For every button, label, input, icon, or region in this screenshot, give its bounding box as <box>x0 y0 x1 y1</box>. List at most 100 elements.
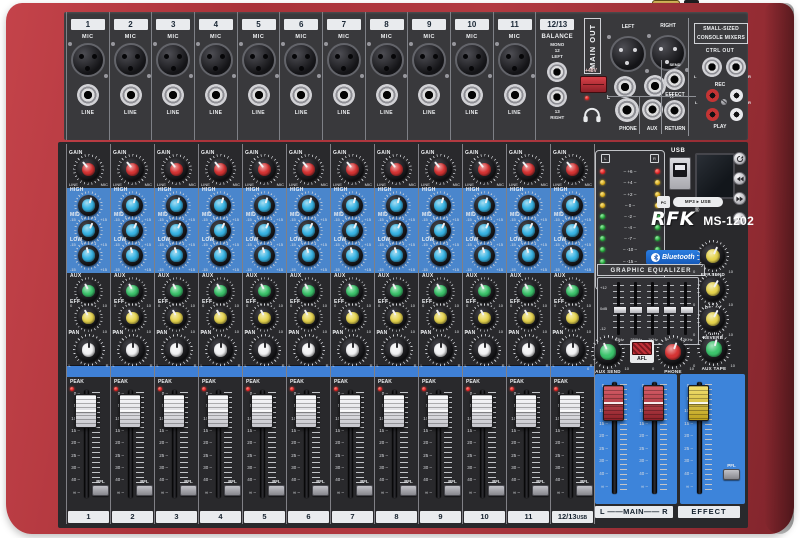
low-knob[interactable]: LOW-15+15 <box>562 245 583 266</box>
eq-slider[interactable] <box>628 281 643 336</box>
eq-slider-cap[interactable] <box>613 306 627 314</box>
high-knob[interactable]: HIGH-15+15 <box>562 195 583 216</box>
eff-knob[interactable]: EFF010 <box>518 307 539 328</box>
pfl-button[interactable] <box>180 485 197 496</box>
gain-knob[interactable]: GAINLINEMIC <box>165 158 188 181</box>
main-fader-left-cap[interactable] <box>603 385 624 421</box>
high-knob[interactable]: HIGH-15+15 <box>210 195 231 216</box>
high-knob[interactable]: HIGH-15+15 <box>298 195 319 216</box>
channel-fader-cap[interactable] <box>251 394 273 428</box>
channel-fader-cap[interactable] <box>383 394 405 428</box>
eff-knob[interactable]: EFF010 <box>298 307 319 328</box>
gain-knob[interactable]: GAINLINEMIC <box>121 158 144 181</box>
gain-knob[interactable]: GAINLINEMIC <box>561 158 584 181</box>
forward-button[interactable] <box>733 192 746 205</box>
aux-knob[interactable]: AUX010 <box>518 281 539 302</box>
gain-knob[interactable]: GAINLINEMIC <box>209 158 232 181</box>
aux-knob[interactable]: AUX010 <box>166 281 187 302</box>
aux-knob[interactable]: AUX010 <box>342 281 363 302</box>
channel-fader-cap[interactable] <box>75 394 97 428</box>
pfl-button[interactable] <box>400 485 417 496</box>
aux-knob[interactable]: AUX010 <box>386 281 407 302</box>
eq-slider[interactable] <box>645 281 660 336</box>
channel-fader-cap[interactable] <box>515 394 537 428</box>
aux-knob[interactable]: AUX010 <box>474 281 495 302</box>
eq-slider-cap[interactable] <box>629 306 643 314</box>
eff-knob[interactable]: EFF010 <box>342 307 363 328</box>
effect-fader-cap[interactable] <box>688 385 709 421</box>
eff-knob[interactable]: EFF010 <box>430 307 451 328</box>
aux-knob[interactable]: AUX010 <box>298 281 319 302</box>
low-knob[interactable]: LOW-15+15 <box>254 245 275 266</box>
eq-slider[interactable] <box>661 281 676 336</box>
high-knob[interactable]: HIGH-15+15 <box>518 195 539 216</box>
channel-fader-cap[interactable] <box>295 394 317 428</box>
eff-send-knob[interactable]: EFF.SEND010 <box>701 244 725 268</box>
pfl-button[interactable] <box>268 485 285 496</box>
pan-knob[interactable]: PANLR <box>209 338 233 362</box>
pfl-button[interactable] <box>312 485 329 496</box>
afl-switch[interactable]: AFL <box>630 340 654 363</box>
aux-send-knob[interactable]: AUX SEND010 <box>595 339 621 365</box>
high-knob[interactable]: HIGH-15+15 <box>474 195 495 216</box>
phantom-power-switch[interactable] <box>580 76 607 93</box>
aux-knob[interactable]: AUX010 <box>122 281 143 302</box>
high-knob[interactable]: HIGH-15+15 <box>430 195 451 216</box>
channel-fader-cap[interactable] <box>207 394 229 428</box>
low-knob[interactable]: LOW-15+15 <box>210 245 231 266</box>
reverb-knob[interactable]: REVERB010 <box>701 307 725 331</box>
channel-fader-cap[interactable] <box>119 394 141 428</box>
pfl-button[interactable] <box>224 485 241 496</box>
gain-knob[interactable]: GAINLINEMIC <box>297 158 320 181</box>
pan-knob[interactable]: PANLR <box>561 338 585 362</box>
gain-knob[interactable]: GAINLINEMIC <box>429 158 452 181</box>
eff-knob[interactable]: EFF010 <box>78 307 99 328</box>
pan-knob[interactable]: PANLR <box>517 338 541 362</box>
channel-fader-cap[interactable] <box>559 394 581 428</box>
high-knob[interactable]: HIGH-15+15 <box>166 195 187 216</box>
aux-knob[interactable]: AUX010 <box>430 281 451 302</box>
high-knob[interactable]: HIGH-15+15 <box>386 195 407 216</box>
usb-port[interactable] <box>669 157 691 190</box>
pan-knob[interactable]: PANLR <box>121 338 145 362</box>
gain-knob[interactable]: GAINLINEMIC <box>341 158 364 181</box>
aux-knob[interactable]: AUX010 <box>254 281 275 302</box>
aux-knob[interactable]: AUX010 <box>562 281 583 302</box>
delay-knob[interactable]: DELAY010 <box>701 277 725 301</box>
low-knob[interactable]: LOW-15+15 <box>166 245 187 266</box>
afl-button[interactable] <box>632 342 652 355</box>
low-knob[interactable]: LOW-15+15 <box>474 245 495 266</box>
pfl-button[interactable] <box>532 485 549 496</box>
pfl-button[interactable] <box>92 485 109 496</box>
gain-knob[interactable]: GAINLINEMIC <box>517 158 540 181</box>
pfl-button[interactable] <box>723 469 740 480</box>
channel-fader-cap[interactable] <box>427 394 449 428</box>
eff-knob[interactable]: EFF010 <box>210 307 231 328</box>
rewind-button[interactable] <box>733 172 746 185</box>
aux-knob[interactable]: AUX010 <box>210 281 231 302</box>
eff-knob[interactable]: EFF010 <box>562 307 583 328</box>
gain-knob[interactable]: GAINLINEMIC <box>385 158 408 181</box>
low-knob[interactable]: LOW-15+15 <box>78 245 99 266</box>
main-fader-right-cap[interactable] <box>643 385 664 421</box>
channel-fader-cap[interactable] <box>163 394 185 428</box>
channel-fader-cap[interactable] <box>339 394 361 428</box>
eff-knob[interactable]: EFF010 <box>474 307 495 328</box>
eff-knob[interactable]: EFF010 <box>386 307 407 328</box>
high-knob[interactable]: HIGH-15+15 <box>122 195 143 216</box>
eff-knob[interactable]: EFF010 <box>254 307 275 328</box>
eq-slider-cap[interactable] <box>663 306 677 314</box>
eq-slider-cap[interactable] <box>646 306 660 314</box>
aux-knob[interactable]: AUX010 <box>78 281 99 302</box>
gain-knob[interactable]: GAINLINEMIC <box>77 158 100 181</box>
gain-knob[interactable]: GAINLINEMIC <box>253 158 276 181</box>
gain-knob[interactable]: GAINLINEMIC <box>473 158 496 181</box>
pfl-button[interactable] <box>488 485 505 496</box>
pan-knob[interactable]: PANLR <box>473 338 497 362</box>
low-knob[interactable]: LOW-15+15 <box>430 245 451 266</box>
eq-slider[interactable] <box>611 281 626 336</box>
pfl-button[interactable] <box>136 485 153 496</box>
high-knob[interactable]: HIGH-15+15 <box>342 195 363 216</box>
high-knob[interactable]: HIGH-15+15 <box>254 195 275 216</box>
pan-knob[interactable]: PANLR <box>77 338 101 362</box>
